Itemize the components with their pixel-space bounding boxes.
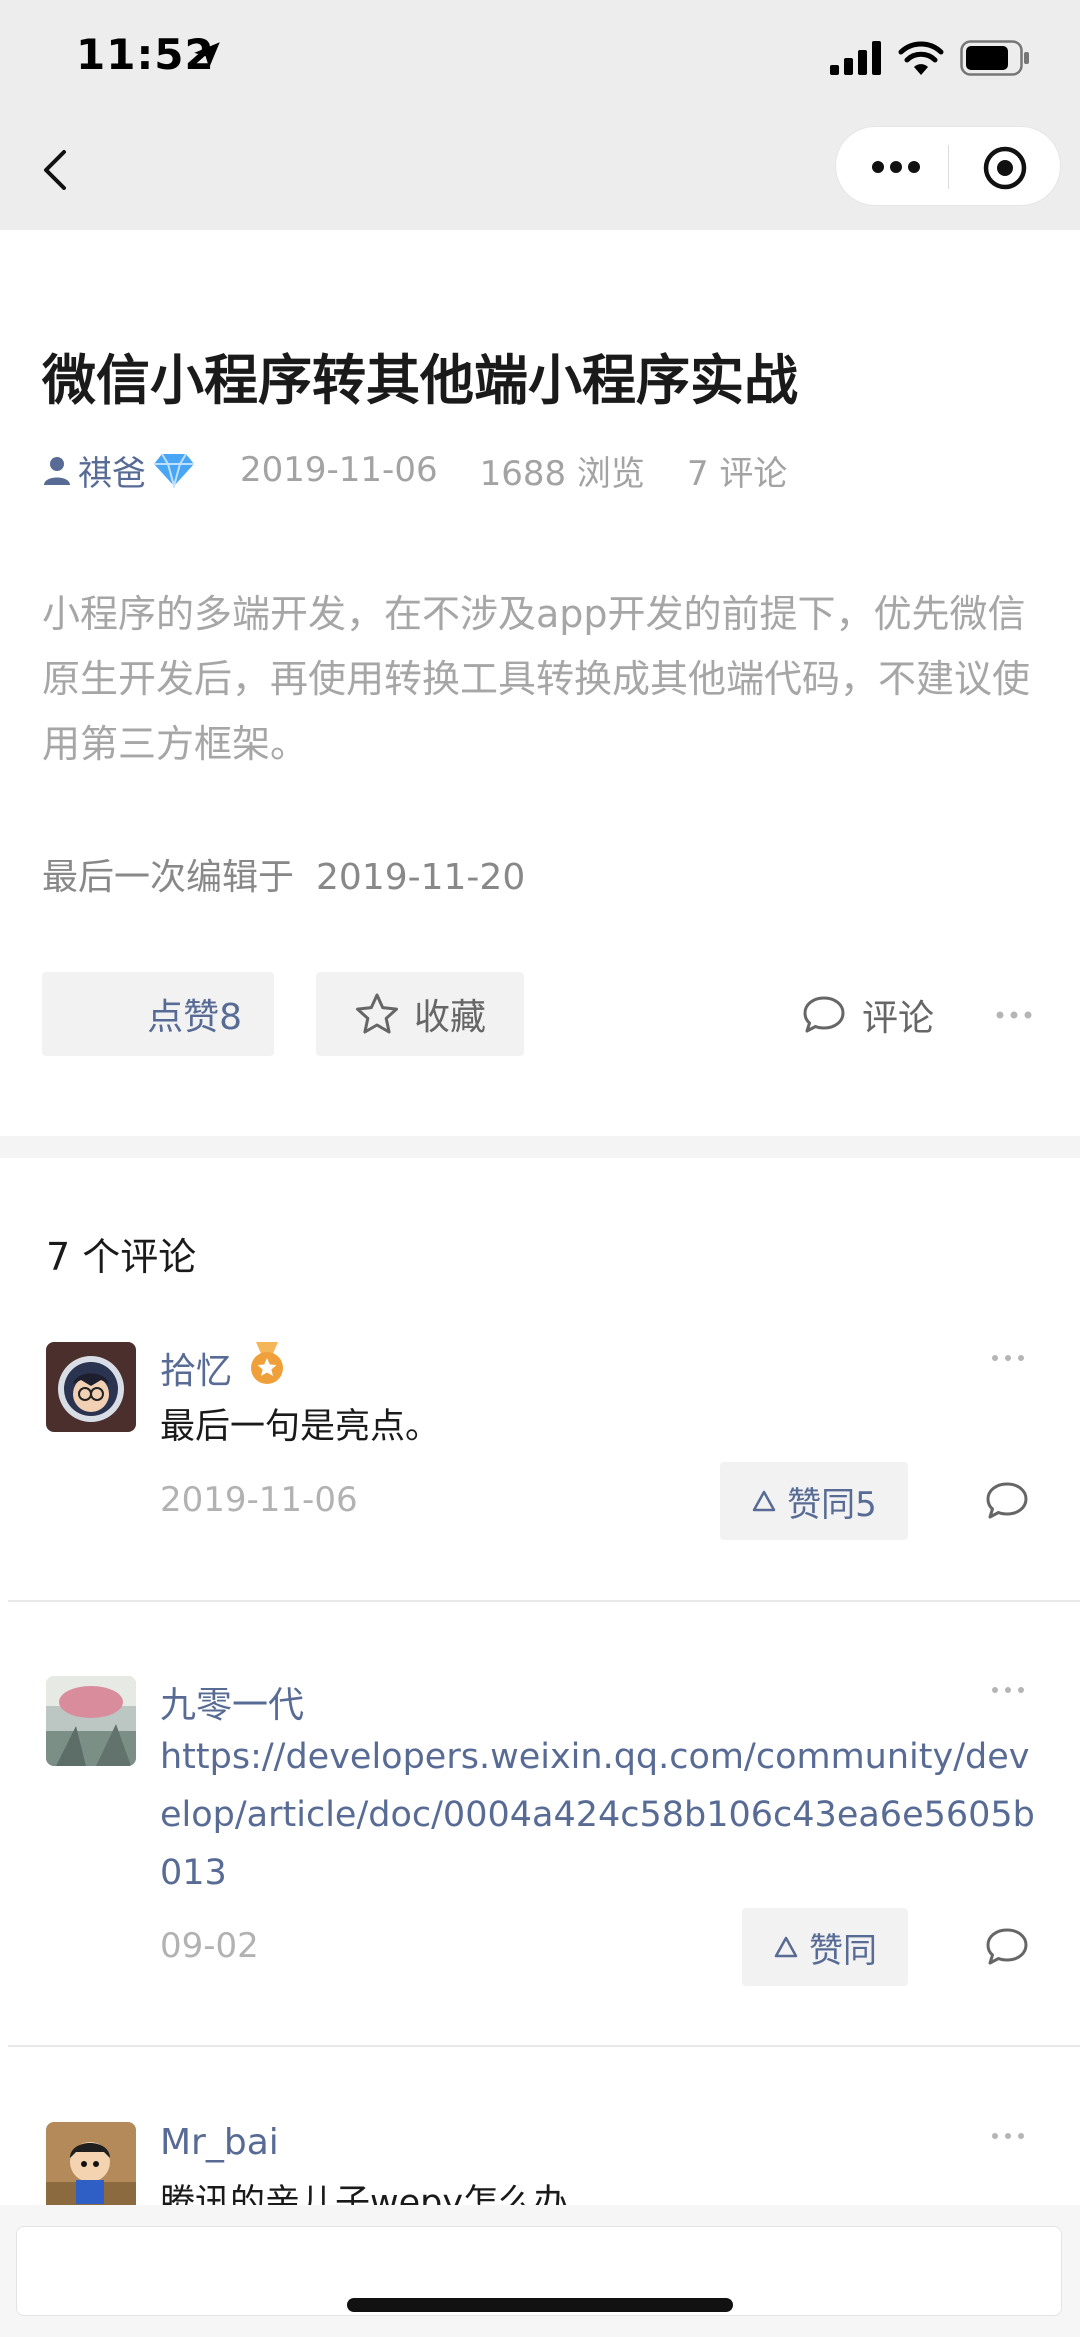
medal-icon — [251, 1342, 283, 1384]
agree-label: 赞同 — [809, 1930, 877, 1971]
battery-icon — [960, 40, 1029, 76]
comment-date: 09-02 — [160, 1926, 259, 1966]
capsule-menu — [835, 126, 1061, 206]
target-icon[interactable] — [982, 145, 1028, 191]
home-indicator — [347, 2298, 733, 2312]
article-date: 2019-11-06 — [240, 450, 438, 490]
article-summary: 小程序的多端开发，在不涉及app开发的前提下，优先微信原生开发后，再使用转换工具… — [42, 592, 1031, 766]
comment-author-name: 九零一代 — [160, 1685, 305, 1726]
comment-author-name: 拾忆 — [160, 1351, 233, 1392]
divider — [8, 2045, 1080, 2047]
comment-label: 评论 — [862, 998, 935, 1039]
back-icon[interactable] — [30, 140, 80, 200]
avatar[interactable] — [46, 1342, 136, 1432]
comment-text: 最后一句是亮点。 — [160, 1407, 441, 1447]
avatar[interactable] — [46, 2122, 136, 2212]
last-edited: 最后一次编辑于 2019-11-20 — [42, 848, 525, 900]
comment-author-name: Mr_bai — [160, 2122, 279, 2163]
comment-link[interactable]: https://developers.weixin.qq.com/communi… — [160, 1728, 1040, 1902]
comment-date: 2019-11-06 — [160, 1480, 358, 1520]
favorite-button[interactable]: 收藏 — [316, 972, 524, 1056]
more-icon[interactable] — [866, 155, 926, 179]
location-arrow-icon — [194, 42, 220, 68]
article-meta: 祺爸 2019-11-06 1688 浏览 7 评论 — [42, 446, 788, 495]
comment-count: 7 评论 — [686, 453, 788, 494]
comment-icon[interactable] — [984, 1480, 1030, 1524]
author-name[interactable]: 祺爸 — [78, 446, 146, 495]
top-bar: 11:52 — [0, 0, 1080, 230]
comments-heading: 7 个评论 — [46, 1235, 197, 1279]
like-label: 点赞8 — [147, 997, 242, 1038]
comment-icon — [803, 996, 845, 1033]
triangle-icon — [752, 1490, 776, 1512]
edited-label: 最后一次编辑于 — [42, 857, 295, 898]
like-button[interactable]: 点赞8 — [42, 972, 274, 1056]
status-indicators — [830, 36, 1030, 80]
divider — [8, 1600, 1080, 1602]
triangle-icon — [774, 1936, 798, 1958]
agree-button[interactable]: 赞同 — [742, 1908, 908, 1986]
favorite-label: 收藏 — [413, 997, 486, 1038]
agree-label: 赞同5 — [787, 1484, 877, 1525]
article-title: 微信小程序转其他端小程序实战 — [42, 349, 798, 412]
comment-author[interactable]: 九零一代 — [160, 1676, 304, 1728]
more-icon[interactable] — [990, 1684, 1026, 1696]
comment-author[interactable]: 拾忆 — [160, 1342, 232, 1394]
view-count: 1688 浏览 — [479, 453, 645, 494]
signal-icon — [830, 41, 881, 75]
wifi-icon — [898, 41, 944, 75]
more-icon[interactable] — [990, 1352, 1026, 1364]
comment-button[interactable]: 评论 — [802, 990, 934, 1040]
capsule-divider — [948, 145, 949, 189]
more-icon[interactable] — [994, 1008, 1034, 1022]
avatar[interactable] — [46, 1676, 136, 1766]
more-icon[interactable] — [990, 2130, 1026, 2142]
agree-button[interactable]: 赞同5 — [720, 1462, 908, 1540]
section-separator — [0, 1136, 1080, 1158]
comment-icon[interactable] — [984, 1926, 1030, 1970]
edited-date: 2019-11-20 — [316, 857, 526, 898]
star-icon — [355, 993, 398, 1034]
comment-author[interactable]: Mr_bai — [160, 2122, 279, 2163]
user-icon — [44, 457, 70, 485]
diamond-icon — [154, 453, 194, 488]
